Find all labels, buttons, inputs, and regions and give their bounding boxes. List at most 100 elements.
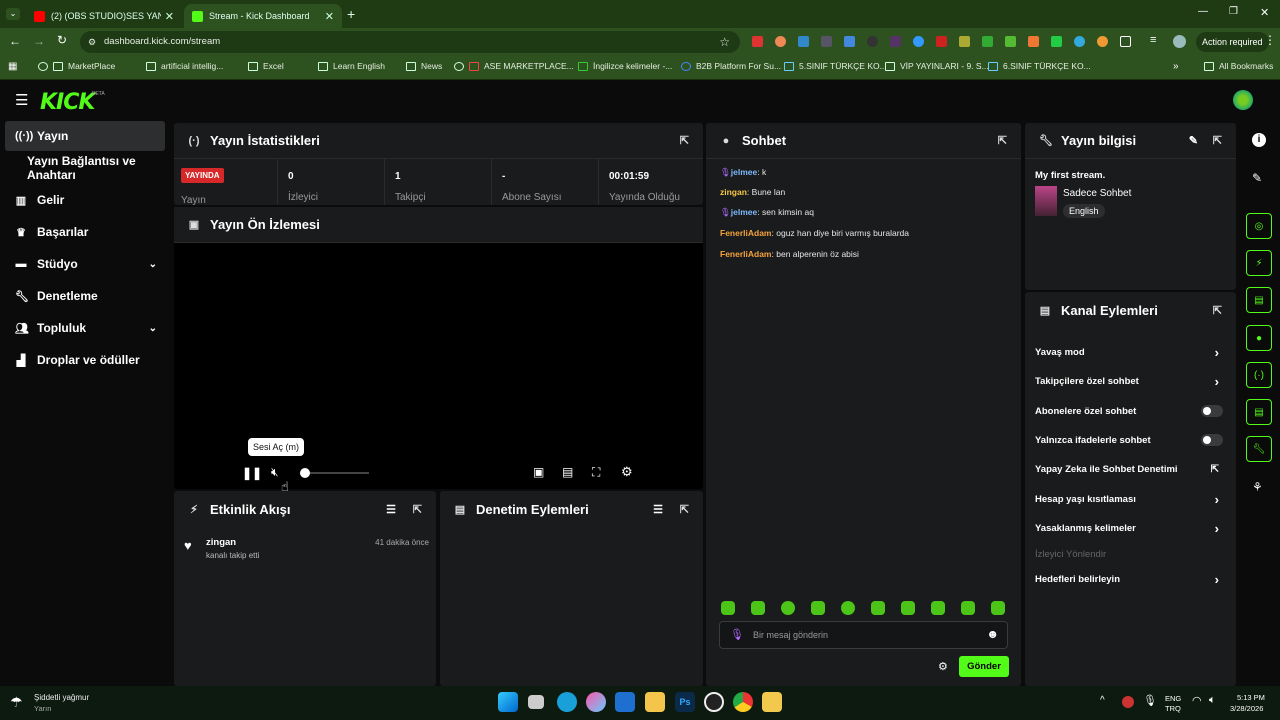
emotes-only-toggle[interactable] (1201, 434, 1223, 446)
all-bookmarks[interactable]: All Bookmarks (1204, 61, 1273, 71)
forward-icon[interactable]: → (33, 34, 45, 48)
pip-icon[interactable]: ▣ (533, 465, 544, 479)
minimize-icon[interactable]: — (1198, 6, 1208, 17)
rail-broadcast-button[interactable]: (·) (1246, 362, 1272, 388)
taskview-icon[interactable] (528, 695, 544, 709)
back-icon[interactable]: ← (9, 34, 21, 48)
pause-icon[interactable]: ❚❚ (242, 466, 262, 480)
chat-settings-gear-icon[interactable]: ⚙ (938, 660, 948, 673)
emote-icon[interactable] (871, 601, 885, 615)
popout-icon[interactable]: ⇱ (998, 134, 1007, 147)
extension-icon[interactable] (913, 36, 924, 47)
sidebar-item-topluluk[interactable]: 👥︎ Topluluk ⌄ (5, 313, 165, 343)
address-bar[interactable]: ⚙ dashboard.kick.com/stream ☆ (80, 31, 740, 53)
sidebar-item-stream-key[interactable]: Yayın Bağlantısı ve Anahtarı (5, 153, 165, 183)
action-set-goals[interactable]: Hedefleri belirleyin › (1035, 567, 1225, 591)
rail-wrench-button[interactable]: 🔧︎ (1246, 436, 1272, 462)
emote-icon[interactable] (931, 601, 945, 615)
chat-username[interactable]: FenerliAdam (720, 249, 772, 259)
extension-icon[interactable] (752, 36, 763, 47)
emote-icon[interactable] (721, 601, 735, 615)
extensions-puzzle-icon[interactable] (1120, 36, 1131, 47)
clock-time[interactable]: 5:13 PM (1237, 693, 1265, 702)
extension-icon[interactable] (1051, 36, 1062, 47)
reading-list-icon[interactable]: ≡ (1150, 34, 1156, 46)
volume-icon[interactable]: 🔈︎ (1209, 694, 1216, 707)
muted-speaker-icon[interactable]: 🔇︎ (271, 465, 279, 480)
bookmark-item[interactable]: ASE MARKETPLACE... (454, 61, 574, 71)
event-user[interactable]: zingan (206, 537, 236, 548)
action-banned-words[interactable]: Yasaklanmış kelimeler › (1035, 516, 1225, 540)
emoji-icon[interactable]: ☻ (986, 627, 999, 641)
fullscreen-icon[interactable]: ⛶ (592, 465, 600, 480)
obs-icon[interactable] (704, 692, 724, 712)
action-ai-moderation[interactable]: Yapay Zeka ile Sohbet Denetimi ⇱ (1035, 457, 1225, 481)
close-tab-icon[interactable]: ✕ (165, 10, 174, 23)
bookmark-item[interactable]: İngilizce kelimeler -... (578, 61, 672, 71)
sidebar-item-yayin[interactable]: ((·)) Yayın (5, 121, 165, 151)
rail-chat-button[interactable]: ● (1246, 325, 1272, 351)
browser-menu-icon[interactable]: ⋮ (1264, 33, 1276, 47)
send-button[interactable]: Gönder (959, 656, 1009, 677)
copilot-icon[interactable] (586, 692, 606, 712)
emote-icon[interactable] (991, 601, 1005, 615)
action-account-age[interactable]: Hesap yaşı kısıtlaması › (1035, 487, 1225, 511)
chat-username[interactable]: jelmee (731, 207, 757, 217)
bookmark-item[interactable]: 6.SINIF TÜRKÇE KO... (988, 61, 1091, 71)
extension-icon[interactable] (821, 36, 832, 47)
emote-icon[interactable] (841, 601, 855, 615)
tab-search-icon[interactable]: ⌄ (6, 8, 20, 20)
sidebar-item-studyo[interactable]: ▬ Stüdyo ⌄ (5, 249, 165, 279)
bookmark-item[interactable]: VİP YAYINLARI - 9. S... (885, 61, 989, 71)
category-name[interactable]: Sadece Sohbet (1063, 188, 1131, 199)
extension-icon[interactable] (798, 36, 809, 47)
chat-username[interactable]: FenerliAdam (720, 228, 772, 238)
info-icon[interactable]: i (1252, 133, 1266, 147)
popout-icon[interactable]: ⇱ (680, 134, 689, 147)
emote-icon[interactable] (901, 601, 915, 615)
volume-slider[interactable] (300, 468, 369, 478)
wifi-icon[interactable]: ◠ (1192, 694, 1202, 707)
rail-document-button[interactable]: ▤ (1246, 287, 1272, 313)
maximize-icon[interactable]: ❐ (1229, 6, 1238, 17)
settings-gear-icon[interactable]: ⚙ (621, 464, 633, 480)
user-avatar[interactable] (1233, 90, 1253, 110)
chat-username[interactable]: jelmee (731, 167, 757, 177)
extension-icon[interactable] (982, 36, 993, 47)
extension-icon[interactable] (890, 36, 901, 47)
profile-avatar[interactable] (1173, 35, 1186, 48)
microphone-icon[interactable]: 🎙︎ (1143, 694, 1157, 707)
reload-icon[interactable]: ↻ (57, 33, 67, 47)
bookmarks-overflow-icon[interactable]: » (1173, 61, 1179, 72)
bookmark-item[interactable]: artificial intellig... (146, 61, 223, 71)
filter-icon[interactable]: ☰ (653, 503, 663, 516)
action-slow-mode[interactable]: Yavaş mod › (1035, 340, 1225, 364)
language-indicator[interactable]: ENG (1165, 694, 1181, 703)
close-tab-icon[interactable]: ✕ (325, 10, 334, 23)
bookmark-item[interactable]: 5.SINIF TÜRKÇE KO... (784, 61, 887, 71)
bookmark-item[interactable]: Excel (248, 61, 284, 71)
rail-server-button[interactable]: ▤ (1246, 399, 1272, 425)
rail-camera-button[interactable]: ◎ (1246, 213, 1272, 239)
popout-icon[interactable]: ⇱ (1213, 134, 1222, 147)
extension-icon[interactable] (1097, 36, 1108, 47)
apps-grid-icon[interactable]: ▦ (8, 61, 17, 72)
weather-title[interactable]: Şiddetli yağmur (34, 693, 89, 702)
photoshop-icon[interactable]: Ps (675, 692, 695, 712)
popout-icon[interactable]: ⇱ (1213, 304, 1222, 317)
tray-app-icon[interactable] (1122, 696, 1134, 708)
emote-icon[interactable] (781, 601, 795, 615)
tab-kick-dashboard[interactable]: Stream - Kick Dashboard ✕ (184, 4, 342, 28)
subscribers-only-toggle[interactable] (1201, 405, 1223, 417)
sidebar-item-gelir[interactable]: ▥ Gelir (5, 185, 165, 215)
tray-chevron-icon[interactable]: ^ (1100, 695, 1105, 706)
filter-icon[interactable]: ☰ (386, 503, 396, 516)
volume-handle[interactable] (300, 468, 310, 478)
sidebar-item-droplar[interactable]: ▟ Droplar ve ödüller (5, 345, 165, 375)
extension-icon[interactable] (959, 36, 970, 47)
bookmark-item[interactable]: Learn English (318, 61, 385, 71)
emote-icon[interactable] (811, 601, 825, 615)
extension-icon[interactable] (936, 36, 947, 47)
bookmark-item[interactable]: MarketPlace (38, 61, 115, 71)
rail-share-icon[interactable]: ⚘ (1252, 480, 1263, 494)
